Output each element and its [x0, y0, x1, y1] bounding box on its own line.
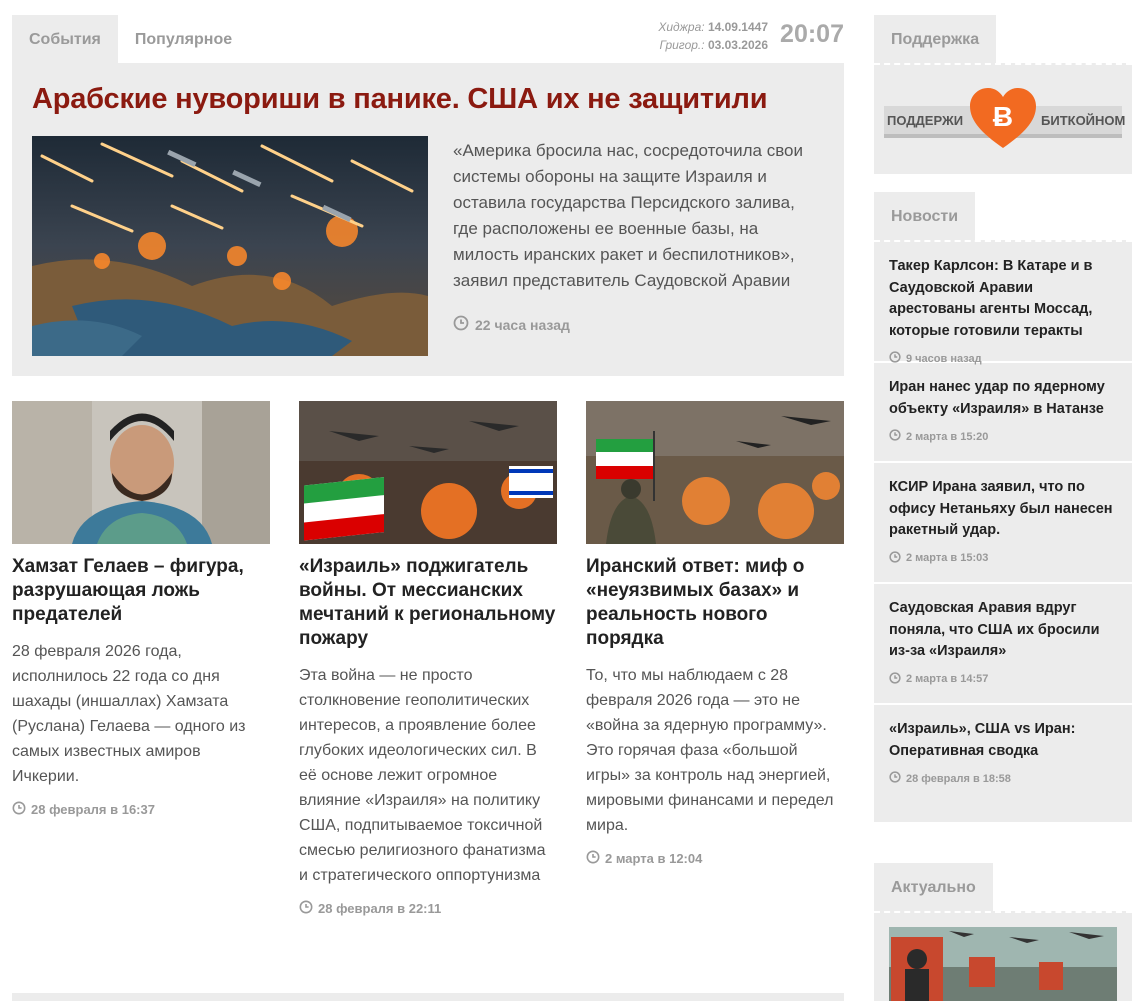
- featured-article: Арабские нувориши в панике. США их не за…: [12, 63, 844, 376]
- article-timestamp: 2 марта в 12:04: [586, 850, 844, 867]
- support-panel: ПОДДЕРЖИ БИТКОЙНОМ Ƀ: [874, 63, 1132, 174]
- date-display: Хиджра: 14.09.1447 Григор.: 03.03.2026: [640, 18, 768, 54]
- clock-icon: [889, 429, 901, 444]
- news-timestamp: 2 марта в 15:03: [889, 550, 1117, 566]
- featured-timestamp: 22 часа назад: [453, 315, 570, 334]
- article-title[interactable]: Иранский ответ: миф о «неуязвимых базах»…: [586, 555, 844, 651]
- news-timestamp: 2 марта в 15:20: [889, 429, 1117, 444]
- news-item[interactable]: «Израиль», США vs Иран: Оперативная свод…: [874, 705, 1132, 803]
- actual-panel: [874, 911, 1132, 1001]
- article-title[interactable]: Хамзат Гелаев – фигура, разрушающая ложь…: [12, 555, 270, 627]
- article-timestamp: 28 февраля в 22:11: [299, 900, 557, 917]
- gregorian-date: 03.03.2026: [707, 38, 768, 52]
- news-title[interactable]: Такер Карлсон: В Катаре и в Саудовской А…: [889, 256, 1117, 342]
- clock-icon: [889, 550, 901, 566]
- clock-icon: [299, 900, 313, 917]
- article-image[interactable]: [12, 401, 270, 544]
- news-time-text: 28 февраля в 18:58: [906, 772, 1011, 785]
- news-item[interactable]: Иран нанес удар по ядерному объекту «Изр…: [874, 363, 1132, 463]
- news-title[interactable]: Саудовская Аравия вдруг поняла, что США …: [889, 598, 1117, 663]
- news-timestamp: 28 февраля в 18:58: [889, 771, 1117, 786]
- clock-icon: [889, 351, 901, 366]
- article-time-text: 28 февраля в 22:11: [318, 901, 442, 916]
- article-card: «Израиль» поджигатель войны. От мессианс…: [299, 401, 557, 917]
- hijri-label: Хиджра:: [658, 20, 705, 34]
- clock-icon: [586, 850, 600, 867]
- news-item[interactable]: Такер Карлсон: В Катаре и в Саудовской А…: [874, 242, 1132, 366]
- article-title[interactable]: «Израиль» поджигатель войны. От мессианс…: [299, 555, 557, 651]
- news-panel: Такер Карлсон: В Катаре и в Саудовской А…: [874, 240, 1132, 822]
- gregorian-label: Григор.:: [659, 38, 705, 52]
- article-card: Хамзат Гелаев – фигура, разрушающая ложь…: [12, 401, 270, 818]
- article-time-text: 2 марта в 12:04: [605, 851, 703, 866]
- news-timestamp: 2 марта в 14:57: [889, 671, 1117, 687]
- support-banner-left: ПОДДЕРЖИ: [887, 113, 964, 128]
- tab-events[interactable]: События: [12, 15, 118, 63]
- bitcoin-heart-icon: Ƀ: [970, 88, 1036, 155]
- article-excerpt: Эта война — не просто столкновение геопо…: [299, 667, 546, 884]
- article-timestamp: 28 февраля в 16:37: [12, 801, 270, 818]
- clock-icon: [889, 671, 901, 687]
- article-card: Иранский ответ: миф о «неуязвимых базах»…: [586, 401, 844, 867]
- news-title[interactable]: КСИР Ирана заявил, что по офису Нетаньях…: [889, 477, 1117, 542]
- news-time-text: 2 марта в 15:20: [906, 430, 989, 443]
- actual-image[interactable]: [889, 927, 1117, 1001]
- bitcoin-support-banner[interactable]: ПОДДЕРЖИ БИТКОЙНОМ Ƀ: [884, 88, 1126, 150]
- main-tabs: События Популярное: [12, 15, 249, 63]
- featured-image[interactable]: [32, 136, 428, 356]
- clock: 20:07: [780, 20, 844, 48]
- article-image[interactable]: [586, 401, 844, 544]
- featured-time-text: 22 часа назад: [475, 316, 570, 333]
- news-time-text: 2 марта в 15:03: [906, 552, 989, 564]
- svg-text:Ƀ: Ƀ: [993, 101, 1013, 132]
- tab-actual[interactable]: Актуально: [874, 863, 993, 911]
- article-image[interactable]: [299, 401, 557, 544]
- featured-excerpt: «Америка бросила нас, сосредоточила свои…: [453, 141, 804, 290]
- news-title[interactable]: «Израиль», США vs Иран: Оперативная свод…: [889, 719, 1117, 762]
- tab-support[interactable]: Поддержка: [874, 15, 997, 63]
- hijri-date: 14.09.1447: [707, 20, 768, 34]
- tab-popular[interactable]: Популярное: [118, 15, 249, 63]
- news-item[interactable]: КСИР Ирана заявил, что по офису Нетаньях…: [874, 463, 1132, 584]
- clock-icon: [12, 801, 26, 818]
- news-item[interactable]: Саудовская Аравия вдруг поняла, что США …: [874, 584, 1132, 705]
- clock-icon: [889, 771, 901, 786]
- article-excerpt: То, что мы наблюдаем с 28 февраля 2026 г…: [586, 667, 834, 834]
- featured-title[interactable]: Арабские нувориши в панике. США их не за…: [32, 83, 768, 116]
- support-banner-right: БИТКОЙНОМ: [1041, 113, 1126, 128]
- news-title[interactable]: Иран нанес удар по ядерному объекту «Изр…: [889, 377, 1117, 420]
- article-time-text: 28 февраля в 16:37: [31, 802, 155, 817]
- tab-news[interactable]: Новости: [874, 192, 976, 240]
- news-time-text: 9 часов назад: [906, 352, 982, 365]
- news-time-text: 2 марта в 14:57: [906, 673, 989, 685]
- clock-icon: [453, 315, 469, 334]
- bottom-panel: [12, 993, 844, 1001]
- article-excerpt: 28 февраля 2026 года, исполнилось 22 год…: [12, 643, 246, 785]
